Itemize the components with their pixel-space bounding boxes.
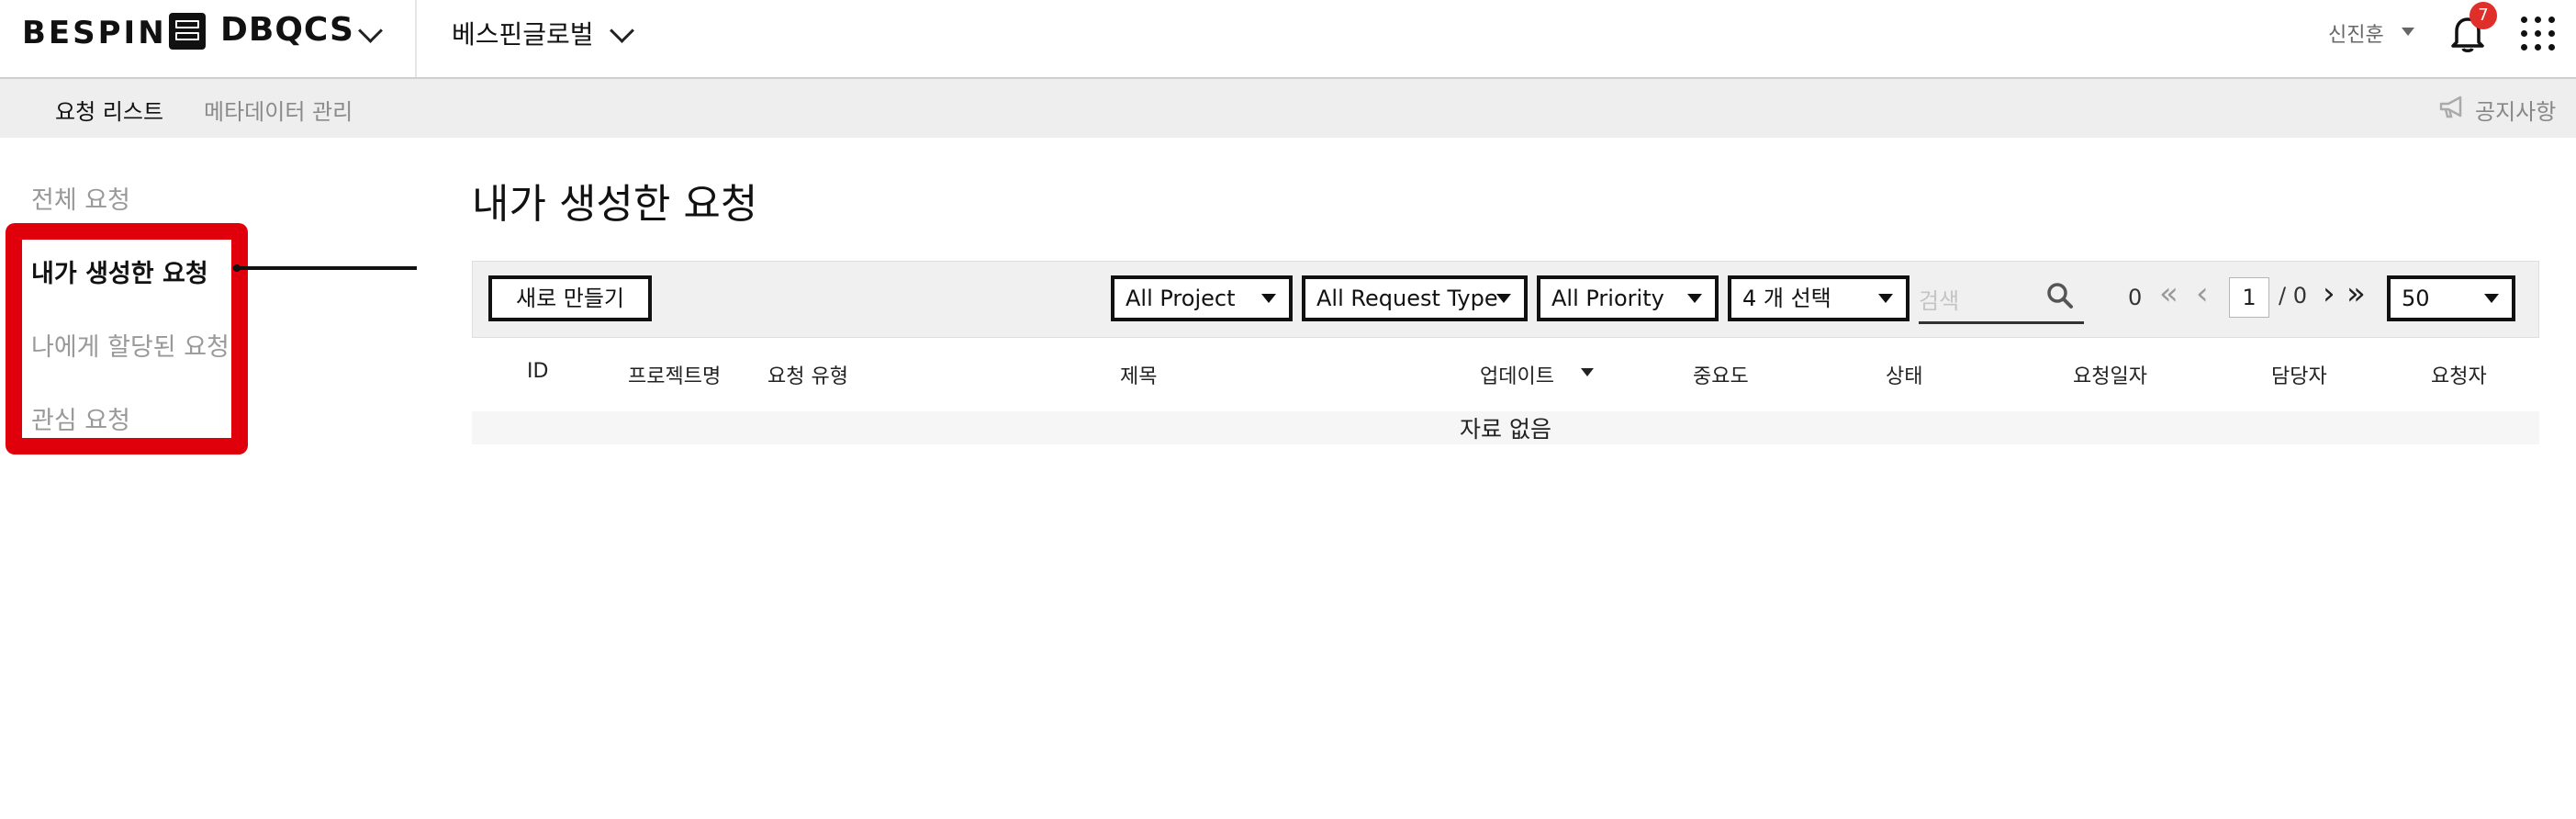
request-type-filter-caret-icon bbox=[1496, 294, 1511, 303]
priority-filter-select[interactable]: All Priority bbox=[1537, 275, 1719, 321]
project-filter-value: All Project bbox=[1126, 286, 1236, 311]
total-count: 0 bbox=[2128, 285, 2143, 310]
search-placeholder: 검색 bbox=[1919, 288, 1960, 314]
user-caret-down-icon[interactable] bbox=[2402, 28, 2414, 36]
sort-desc-icon[interactable] bbox=[1581, 368, 1594, 376]
sidebar-item-all-requests[interactable]: 전체 요청 bbox=[31, 180, 130, 216]
search-icon[interactable] bbox=[2045, 281, 2075, 310]
column-status[interactable]: 상태 bbox=[1886, 360, 1922, 389]
active-indicator-line bbox=[233, 266, 417, 270]
request-type-filter-select[interactable]: All Request Type bbox=[1302, 275, 1528, 321]
column-request-date[interactable]: 요청일자 bbox=[2073, 360, 2147, 389]
status-filter-value: 4 개 선택 bbox=[1742, 286, 1831, 311]
active-indicator-dot bbox=[233, 264, 241, 272]
column-assignee[interactable]: 담당자 bbox=[2271, 360, 2327, 389]
sidebar-highlight-box bbox=[6, 223, 248, 454]
brand-logo[interactable]: BESPIN bbox=[22, 15, 167, 51]
column-project[interactable]: 프로젝트명 bbox=[628, 360, 721, 389]
status-filter-select[interactable]: 4 개 선택 bbox=[1728, 275, 1910, 321]
app-name[interactable]: DBQCS bbox=[220, 11, 354, 49]
org-selector[interactable]: 베스핀글로벌 bbox=[452, 15, 594, 51]
megaphone-icon[interactable] bbox=[2438, 95, 2466, 119]
column-title[interactable]: 제목 bbox=[1120, 360, 1157, 389]
project-filter-caret-icon bbox=[1261, 294, 1276, 303]
notice-link[interactable]: 공지사항 bbox=[2475, 94, 2556, 126]
first-page-icon[interactable]: « bbox=[2159, 278, 2178, 309]
page-number-input[interactable]: 1 bbox=[2229, 277, 2269, 318]
subnav-request-list[interactable]: 요청 리스트 bbox=[55, 94, 163, 126]
priority-filter-value: All Priority bbox=[1551, 286, 1664, 311]
top-header bbox=[0, 0, 2576, 79]
header-divider bbox=[415, 0, 417, 77]
project-filter-select[interactable]: All Project bbox=[1111, 275, 1293, 321]
user-menu[interactable]: 신진훈 bbox=[2328, 18, 2384, 48]
last-page-icon[interactable]: » bbox=[2346, 278, 2366, 309]
column-id[interactable]: ID bbox=[527, 360, 548, 383]
page-size-value: 50 bbox=[2402, 286, 2430, 311]
subnav-metadata[interactable]: 메타데이터 관리 bbox=[204, 94, 353, 126]
notification-badge: 7 bbox=[2470, 2, 2497, 29]
priority-filter-caret-icon bbox=[1687, 294, 1702, 303]
column-requester[interactable]: 요청자 bbox=[2431, 360, 2487, 389]
apps-grid-icon[interactable] bbox=[2519, 15, 2558, 53]
status-filter-caret-icon bbox=[1878, 294, 1893, 303]
column-updated[interactable]: 업데이트 bbox=[1480, 360, 1554, 389]
empty-table-message: 자료 없음 bbox=[1460, 416, 1551, 443]
page-size-select[interactable]: 50 bbox=[2387, 275, 2515, 321]
create-new-button[interactable]: 새로 만들기 bbox=[488, 275, 652, 321]
page-title: 내가 생성한 요청 bbox=[472, 181, 758, 228]
prev-page-icon[interactable]: ‹ bbox=[2196, 278, 2209, 309]
server-icon bbox=[169, 13, 206, 50]
column-request-type[interactable]: 요청 유형 bbox=[767, 360, 848, 389]
sub-navigation bbox=[0, 79, 2576, 138]
next-page-icon[interactable]: › bbox=[2323, 278, 2335, 309]
page-size-caret-icon bbox=[2484, 294, 2499, 303]
column-priority[interactable]: 중요도 bbox=[1693, 360, 1749, 389]
request-type-filter-value: All Request Type bbox=[1316, 286, 1498, 311]
total-pages: / 0 bbox=[2279, 283, 2307, 309]
